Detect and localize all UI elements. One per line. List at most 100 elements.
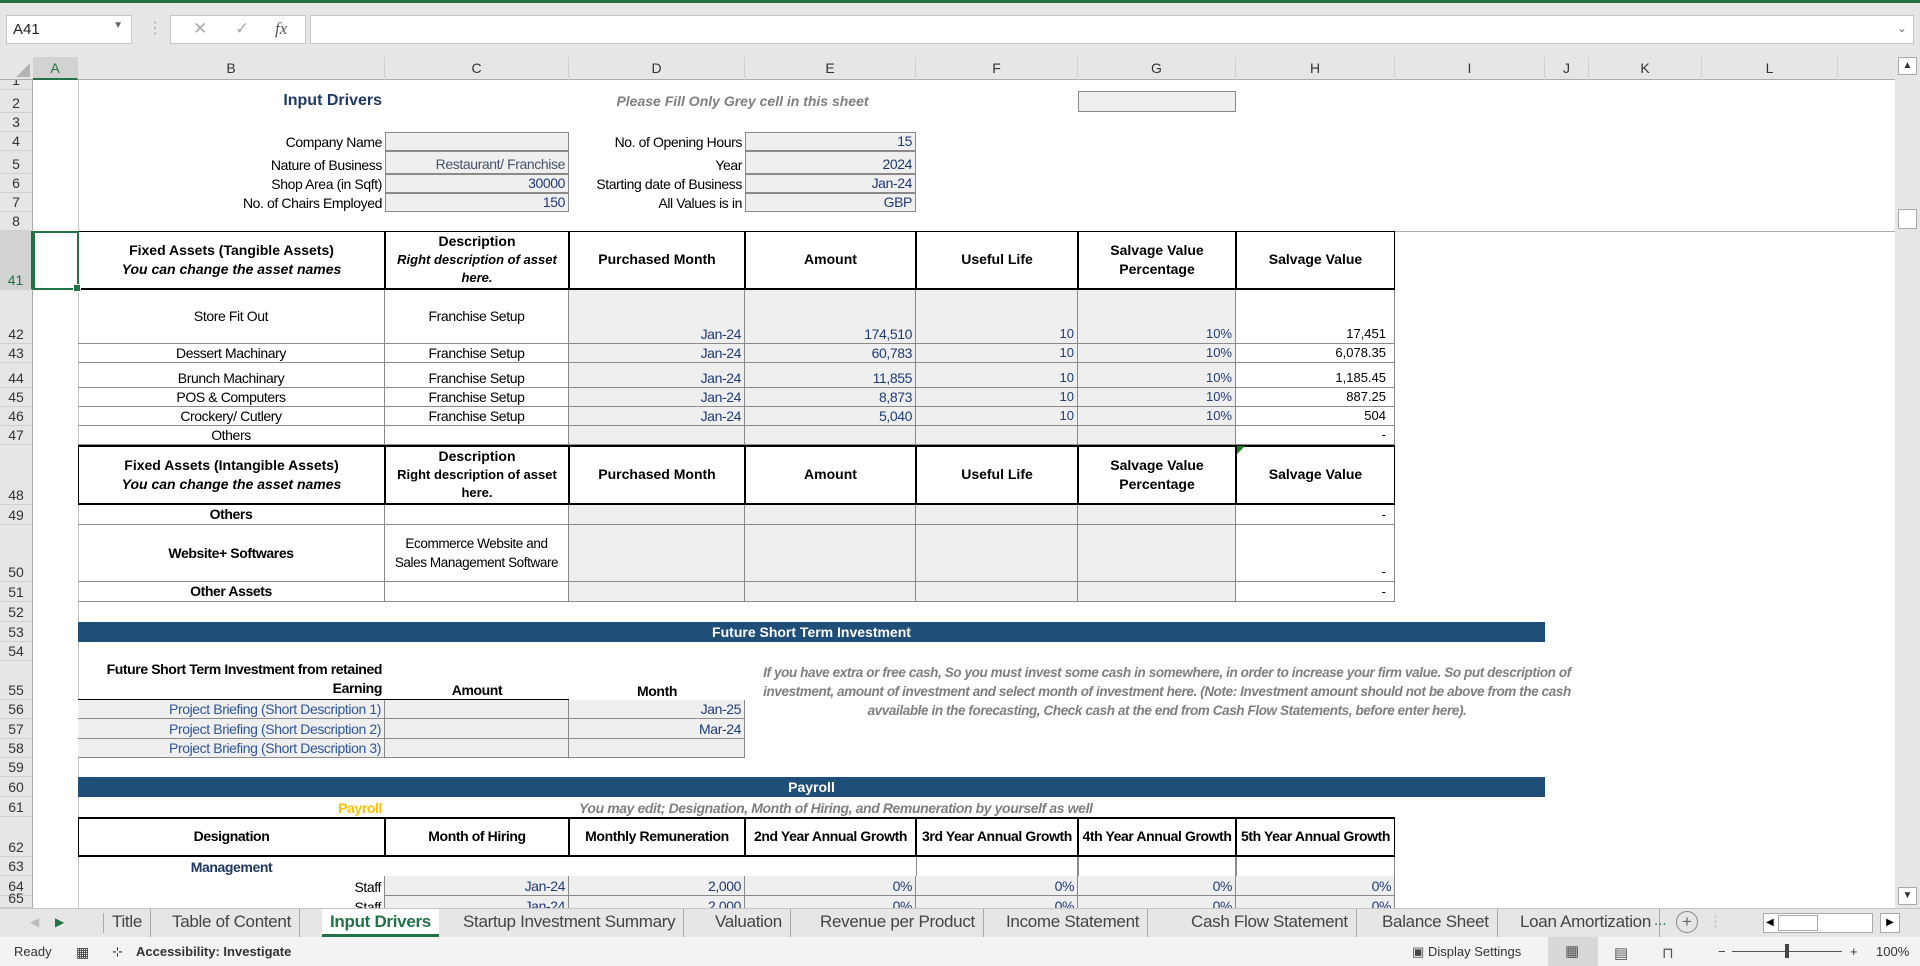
amount-cell[interactable]: 11,855 [745, 363, 916, 388]
intangible-description[interactable] [385, 505, 569, 525]
scroll-left-icon[interactable]: ◀ [1766, 914, 1774, 932]
chairs-input[interactable]: 150 [385, 193, 569, 212]
amount-cell[interactable]: 5,040 [745, 407, 916, 426]
column-header-d[interactable]: D [569, 57, 745, 80]
scroll-thumb[interactable] [1898, 209, 1917, 229]
page-break-preview-icon[interactable]: ⊓ [1662, 944, 1674, 962]
column-header-g[interactable]: G [1078, 57, 1236, 80]
amount-cell[interactable] [745, 426, 916, 445]
scroll-down-icon[interactable]: ▼ [1898, 887, 1917, 905]
salvage-pct-cell[interactable]: 10% [1078, 407, 1236, 426]
amount-cell[interactable]: 174,510 [745, 290, 916, 344]
intangible-input-cell[interactable] [916, 525, 1078, 582]
nature-of-business-input[interactable]: Restaurant/ Franchise [385, 151, 569, 174]
useful-life-cell[interactable]: 10 [916, 407, 1078, 426]
salvage-pct-cell[interactable]: 10% [1078, 363, 1236, 388]
column-header-c[interactable]: C [385, 57, 569, 80]
row-header[interactable]: 7 [0, 193, 33, 212]
accessibility-icon[interactable]: ⊹ [112, 944, 123, 960]
intangible-description[interactable]: Ecommerce Website and Sales Management S… [385, 525, 569, 582]
payroll-month-input[interactable]: Jan-24 [385, 876, 569, 896]
sheet-tab[interactable]: Input Drivers [322, 909, 439, 937]
row-header[interactable]: 53 [0, 622, 33, 642]
cancel-icon[interactable]: ✕ [193, 19, 207, 39]
row-header[interactable]: 48 [0, 445, 33, 505]
sheet-tab[interactable]: Loan Amortization [1512, 909, 1660, 937]
sheet-tab[interactable]: Balance Sheet [1374, 909, 1498, 937]
input-cell-g2[interactable] [1078, 91, 1236, 112]
purchased-month-cell[interactable]: Jan-24 [569, 363, 745, 388]
intangible-input-cell[interactable] [569, 582, 745, 602]
confirm-icon[interactable]: ✓ [235, 19, 249, 39]
investment-month-input[interactable] [569, 739, 745, 758]
payroll-designation[interactable]: Staff [78, 876, 385, 896]
useful-life-cell[interactable] [916, 426, 1078, 445]
payroll-growth-input[interactable]: 0% [916, 896, 1078, 908]
horizontal-scroll-thumb[interactable] [1778, 915, 1818, 931]
asset-name-cell[interactable]: POS & Computers [78, 388, 385, 407]
intangible-asset-name[interactable]: Others [78, 505, 385, 525]
asset-name-cell[interactable]: Crockery/ Cutlery [78, 407, 385, 426]
row-header[interactable]: 3 [0, 113, 33, 132]
column-header-a[interactable]: A [33, 57, 78, 80]
zoom-level[interactable]: 100% [1876, 944, 1909, 959]
asset-description-cell[interactable] [385, 426, 569, 445]
sheet-tab[interactable]: Income Statement [998, 909, 1149, 937]
normal-view-button[interactable]: ▦ [1548, 937, 1598, 966]
purchased-month-cell[interactable] [569, 426, 745, 445]
purchased-month-cell[interactable]: Jan-24 [569, 290, 745, 344]
row-header[interactable]: 47 [0, 426, 33, 445]
row-header[interactable]: 46 [0, 407, 33, 426]
salvage-pct-cell[interactable] [1078, 426, 1236, 445]
row-header[interactable]: 62 [0, 817, 33, 857]
drag-handle-icon[interactable]: ⋮ [147, 18, 163, 40]
purchased-month-cell[interactable]: Jan-24 [569, 407, 745, 426]
year-input[interactable]: 2024 [745, 151, 916, 174]
accessibility-status[interactable]: Accessibility: Investigate [136, 944, 291, 959]
payroll-growth-input[interactable]: 0% [916, 876, 1078, 896]
zoom-out-button[interactable]: − [1718, 944, 1726, 959]
payroll-growth-input[interactable]: 0% [745, 896, 916, 908]
investment-amount-input[interactable] [385, 719, 569, 739]
row-header[interactable]: 61 [0, 797, 33, 817]
sheet-tab[interactable]: Valuation [707, 909, 791, 937]
zoom-in-button[interactable]: + [1850, 944, 1858, 959]
row-header[interactable]: 8 [0, 212, 33, 231]
intangible-input-cell[interactable] [1078, 582, 1236, 602]
insert-function-icon[interactable]: fx [275, 19, 287, 39]
intangible-input-cell[interactable] [569, 505, 745, 525]
asset-description-cell[interactable]: Franchise Setup [385, 344, 569, 363]
sheet-tab[interactable]: Title [104, 909, 151, 937]
sheet-tab[interactable]: Revenue per Product [812, 909, 984, 937]
worksheet-grid[interactable]: 1 2 3 4 5 6 7 8 41 42 43 44 45 46 47 48 … [0, 80, 1895, 908]
useful-life-cell[interactable]: 10 [916, 290, 1078, 344]
asset-description-cell[interactable]: Franchise Setup [385, 290, 569, 344]
row-header[interactable]: 63 [0, 857, 33, 876]
asset-name-cell[interactable]: Dessert Machinary [78, 344, 385, 363]
scroll-up-icon[interactable]: ▲ [1898, 57, 1917, 75]
shop-area-input[interactable]: 30000 [385, 174, 569, 193]
row-header[interactable]: 56 [0, 700, 33, 719]
payroll-growth-input[interactable]: 0% [1236, 876, 1395, 896]
investment-amount-input[interactable] [385, 700, 569, 719]
useful-life-cell[interactable]: 10 [916, 344, 1078, 363]
salvage-pct-cell[interactable]: 10% [1078, 388, 1236, 407]
intangible-input-cell[interactable] [745, 582, 916, 602]
payroll-growth-input[interactable]: 0% [1078, 876, 1236, 896]
asset-description-cell[interactable]: Franchise Setup [385, 363, 569, 388]
investment-month-input[interactable]: Jan-25 [569, 700, 745, 719]
row-header[interactable]: 6 [0, 174, 33, 193]
page-layout-icon[interactable]: ▤ [1614, 944, 1628, 962]
column-header-k[interactable]: K [1589, 57, 1702, 80]
intangible-input-cell[interactable] [1078, 505, 1236, 525]
row-header[interactable]: 52 [0, 602, 33, 622]
add-sheet-icon[interactable]: + [1676, 911, 1698, 933]
payroll-designation[interactable]: Staff [78, 896, 385, 908]
investment-description-input[interactable]: Project Briefing (Short Description 3) [78, 739, 385, 758]
row-header[interactable]: 49 [0, 505, 33, 525]
row-header[interactable]: 58 [0, 739, 33, 758]
column-header-b[interactable]: B [78, 57, 385, 80]
active-cell-selection[interactable] [33, 231, 81, 292]
asset-name-cell[interactable]: Brunch Machinary [78, 363, 385, 388]
vertical-scrollbar[interactable]: ▲ ▼ [1895, 57, 1920, 908]
